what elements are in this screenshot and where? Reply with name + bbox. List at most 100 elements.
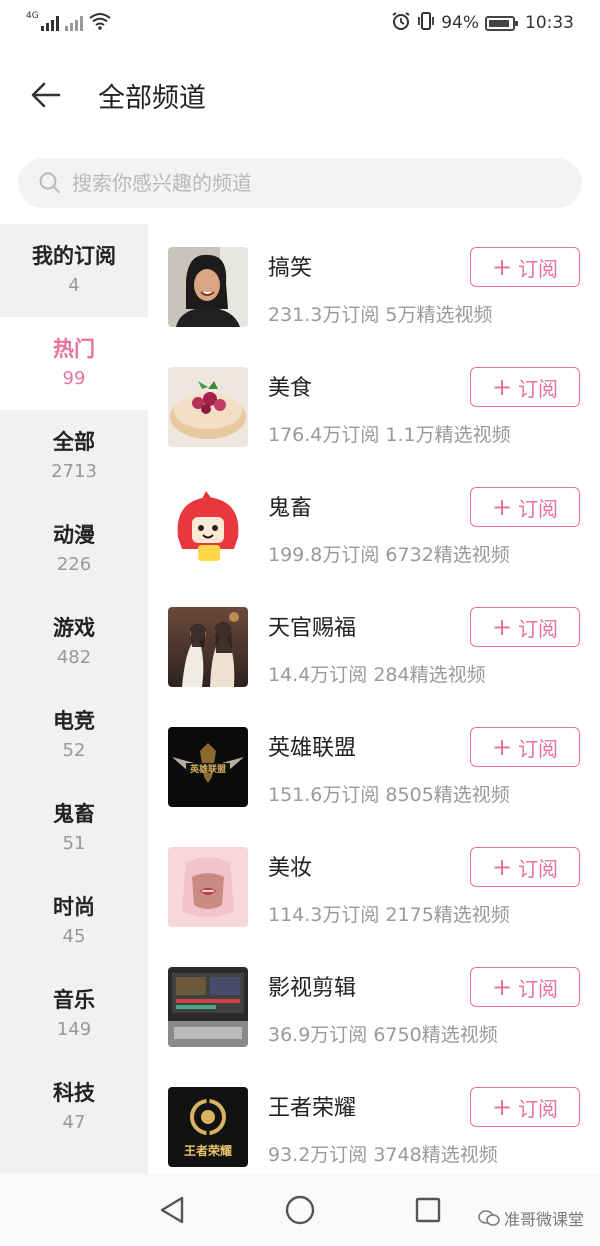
- back-triangle-icon: [160, 1196, 184, 1224]
- channel-row[interactable]: 美食 176.4万订阅 1.1万精选视频 + 订阅: [148, 344, 600, 464]
- search-input[interactable]: [72, 171, 542, 195]
- subscribe-label: 订阅: [518, 976, 559, 1001]
- subscribe-button[interactable]: + 订阅: [470, 967, 580, 1007]
- channel-thumbnail: [168, 967, 248, 1047]
- channel-name: 美妆: [268, 856, 313, 881]
- sidebar-item-label: 科技: [53, 1080, 95, 1105]
- channel-name: 影视剪辑: [268, 976, 357, 1001]
- sidebar-item-count: 482: [56, 646, 92, 668]
- channel-stats: 114.3万订阅 2175精选视频: [268, 904, 510, 926]
- subscribe-label: 订阅: [518, 1096, 559, 1121]
- channel-stats: 93.2万订阅 3748精选视频: [268, 1144, 498, 1166]
- nav-recents-button[interactable]: [410, 1192, 446, 1228]
- sidebar-item-my-subscriptions[interactable]: 我的订阅 4: [0, 224, 148, 317]
- subscribe-button[interactable]: + 订阅: [470, 1087, 580, 1127]
- sidebar-item-count: 4: [68, 274, 80, 296]
- plus-icon: +: [491, 853, 513, 881]
- channel-name: 英雄联盟: [268, 736, 357, 761]
- sidebar-item-label: 全部: [53, 429, 95, 454]
- sidebar-item-count: 99: [62, 367, 86, 389]
- lol-logo-text: 英雄联盟: [189, 763, 226, 775]
- status-right: 94% 10:33: [391, 11, 574, 36]
- channel-stats: 14.4万订阅 284精选视频: [268, 664, 486, 686]
- wechat-icon: [478, 1210, 500, 1226]
- plus-icon: +: [491, 493, 513, 521]
- channel-row[interactable]: 英雄联盟 英雄联盟 151.6万订阅 8505精选视频 + 订阅: [148, 704, 600, 824]
- signal-icon: [40, 15, 59, 31]
- signal-weak-icon: [64, 15, 83, 31]
- arrow-left-icon: [31, 82, 61, 108]
- sidebar-item-count: 226: [56, 553, 92, 575]
- recents-square-icon: [415, 1197, 441, 1223]
- sidebar-item-fashion[interactable]: 时尚 45: [0, 875, 148, 968]
- channel-thumbnail: 英雄联盟: [168, 727, 248, 807]
- sidebar-item-all[interactable]: 全部 2713: [0, 410, 148, 503]
- search-icon: [39, 172, 60, 193]
- channel-name: 搞笑: [268, 256, 313, 281]
- sidebar-item-count: 47: [62, 1111, 86, 1133]
- sidebar-item-anime[interactable]: 动漫 226: [0, 503, 148, 596]
- back-button[interactable]: [20, 69, 72, 121]
- sidebar-item-music[interactable]: 音乐 149: [0, 968, 148, 1061]
- channel-thumbnail: 王者荣耀: [168, 1087, 248, 1167]
- subscribe-label: 订阅: [518, 376, 559, 401]
- sidebar-item-label: 时尚: [53, 894, 95, 919]
- plus-icon: +: [491, 973, 513, 1001]
- status-bar: 4G 94% 10:33: [0, 0, 600, 46]
- channel-thumbnail: [168, 607, 248, 687]
- plus-icon: +: [491, 253, 513, 281]
- sidebar-item-kichiku[interactable]: 鬼畜 51: [0, 782, 148, 875]
- search-bar[interactable]: [18, 158, 582, 208]
- sidebar-item-hot[interactable]: 热门 99: [0, 317, 148, 410]
- sidebar-item-tech[interactable]: 科技 47: [0, 1061, 148, 1154]
- sidebar-item-games[interactable]: 游戏 482: [0, 596, 148, 689]
- watermark: 准哥微课堂: [478, 1206, 584, 1230]
- subscribe-button[interactable]: + 订阅: [470, 847, 580, 887]
- channel-name: 王者荣耀: [268, 1096, 357, 1121]
- channel-row[interactable]: 鬼畜 199.8万订阅 6732精选视频 + 订阅: [148, 464, 600, 584]
- page-title: 全部频道: [98, 82, 206, 114]
- channel-row[interactable]: 影视剪辑 36.9万订阅 6750精选视频 + 订阅: [148, 944, 600, 1064]
- subscribe-label: 订阅: [518, 736, 559, 761]
- vibrate-icon: [417, 11, 435, 36]
- subscribe-label: 订阅: [518, 616, 559, 641]
- subscribe-label: 订阅: [518, 496, 559, 521]
- subscribe-button[interactable]: + 订阅: [470, 367, 580, 407]
- wifi-icon: [89, 12, 111, 34]
- wzry-logo-text: 王者荣耀: [184, 1143, 232, 1158]
- plus-icon: +: [491, 373, 513, 401]
- sidebar-item-label: 电竞: [53, 708, 95, 733]
- sidebar-item-count: 51: [62, 832, 86, 854]
- watermark-text: 准哥微课堂: [504, 1210, 585, 1229]
- channel-name: 天官赐福: [268, 616, 357, 641]
- sidebar-item-count: 45: [62, 925, 86, 947]
- sidebar-item-esports[interactable]: 电竞 52: [0, 689, 148, 782]
- subscribe-button[interactable]: + 订阅: [470, 487, 580, 527]
- channel-name: 美食: [268, 376, 313, 401]
- channel-row[interactable]: 搞笑 231.3万订阅 5万精选视频 + 订阅: [148, 224, 600, 344]
- subscribe-button[interactable]: + 订阅: [470, 727, 580, 767]
- channel-row[interactable]: 王者荣耀 王者荣耀 93.2万订阅 3748精选视频 + 订阅: [148, 1064, 600, 1184]
- channel-stats: 231.3万订阅 5万精选视频: [268, 304, 493, 326]
- sidebar-item-count: 2713: [51, 460, 97, 482]
- channel-name: 鬼畜: [268, 496, 313, 521]
- channel-stats: 176.4万订阅 1.1万精选视频: [268, 424, 511, 446]
- sidebar-item-count: 52: [62, 739, 86, 761]
- subscribe-button[interactable]: + 订阅: [470, 247, 580, 287]
- channel-row[interactable]: 美妆 114.3万订阅 2175精选视频 + 订阅: [148, 824, 600, 944]
- plus-icon: +: [491, 733, 513, 761]
- subscribe-label: 订阅: [518, 856, 559, 881]
- sidebar-item-label: 热门: [53, 336, 95, 361]
- header: 全部频道: [0, 62, 600, 128]
- channel-row[interactable]: 天官赐福 14.4万订阅 284精选视频 + 订阅: [148, 584, 600, 704]
- battery-percent: 94%: [441, 13, 479, 33]
- subscribe-label: 订阅: [518, 256, 559, 281]
- subscribe-button[interactable]: + 订阅: [470, 607, 580, 647]
- home-circle-icon: [285, 1195, 315, 1225]
- nav-home-button[interactable]: [282, 1192, 318, 1228]
- nav-back-button[interactable]: [154, 1192, 190, 1228]
- battery-icon: [485, 15, 518, 31]
- channel-thumbnail: [168, 847, 248, 927]
- channel-list: 搞笑 231.3万订阅 5万精选视频 + 订阅 美食 176.4万订阅 1.1万精…: [148, 224, 600, 1184]
- network-type-label: 4G: [26, 11, 39, 21]
